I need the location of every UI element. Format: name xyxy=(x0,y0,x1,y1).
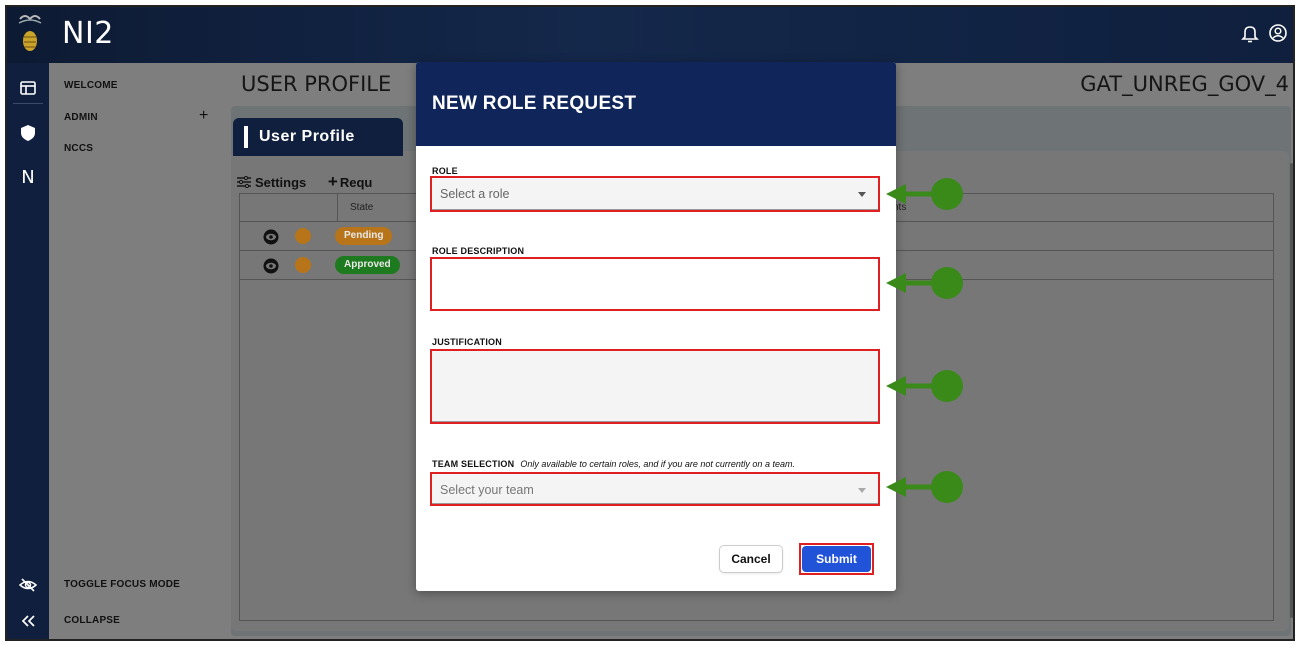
app-title: NI2 xyxy=(62,16,114,51)
admin-expand-icon[interactable]: + xyxy=(199,107,208,125)
app-logo-icon xyxy=(18,15,42,51)
eye-off-icon[interactable] xyxy=(18,575,38,595)
nav-item-nccs[interactable]: NCCS xyxy=(64,143,93,154)
new-role-request-dialog: NEW ROLE REQUEST ROLE Select a role ROLE… xyxy=(416,62,896,591)
team-selection-label: TEAM SELECTION Only available to certain … xyxy=(432,459,795,469)
clock-icon xyxy=(295,257,311,273)
n-logo-icon[interactable]: N xyxy=(18,167,38,188)
team-highlight-box xyxy=(430,472,880,506)
account-circle-icon[interactable] xyxy=(1267,22,1289,44)
nav-panel: WELCOME ADMIN + NCCS TOGGLE FOCUS MODE C… xyxy=(49,63,221,639)
status-badge: Pending xyxy=(335,227,393,245)
submit-highlight-box xyxy=(799,543,874,575)
grid-toolbar: Settings + Requ xyxy=(237,172,390,192)
team-selection-title: TEAM SELECTION xyxy=(432,459,515,469)
settings-label: Settings xyxy=(255,175,307,190)
nav-item-welcome[interactable]: WELCOME xyxy=(64,80,118,91)
eye-icon[interactable] xyxy=(263,229,279,245)
annotation-arrow-icon xyxy=(886,370,963,402)
bell-icon[interactable] xyxy=(1239,22,1261,44)
column-header-state[interactable]: State xyxy=(350,202,373,213)
dialog-header: NEW ROLE REQUEST xyxy=(416,62,896,146)
header-divider xyxy=(337,194,338,222)
tab-accent-bar xyxy=(244,126,248,148)
shield-icon[interactable] xyxy=(18,123,38,143)
scrollbar[interactable] xyxy=(1290,163,1293,618)
team-selection-hint: Only available to certain roles, and if … xyxy=(520,459,795,469)
role-description-highlight-box xyxy=(430,257,880,311)
settings-button[interactable]: Settings xyxy=(237,175,310,190)
icon-rail: N xyxy=(7,63,49,639)
annotation-arrow-icon xyxy=(886,471,963,503)
dashboard-icon[interactable] xyxy=(18,78,38,98)
annotation-arrow-icon xyxy=(886,178,963,210)
role-label: ROLE xyxy=(432,166,458,176)
eye-icon[interactable] xyxy=(263,258,279,274)
sliders-icon xyxy=(237,175,251,189)
page-title: USER PROFILE xyxy=(241,72,392,96)
nav-item-collapse[interactable]: COLLAPSE xyxy=(64,615,120,626)
tab-user-profile[interactable]: User Profile xyxy=(233,118,403,156)
annotation-arrow-icon xyxy=(886,267,963,299)
cancel-button[interactable]: Cancel xyxy=(720,546,782,572)
plus-icon: + xyxy=(327,172,338,191)
justification-label: JUSTIFICATION xyxy=(432,337,502,347)
dialog-title: NEW ROLE REQUEST xyxy=(432,93,637,114)
username-label: GAT_UNREG_GOV_4 xyxy=(1080,72,1289,96)
request-role-button[interactable]: + Requ xyxy=(327,172,373,191)
justification-highlight-box xyxy=(430,349,880,424)
top-bar: NI2 xyxy=(7,7,1293,63)
clock-icon xyxy=(295,228,311,244)
role-description-label: ROLE DESCRIPTION xyxy=(432,246,525,256)
nav-item-admin[interactable]: ADMIN xyxy=(64,112,98,123)
status-badge: Approved xyxy=(335,256,400,274)
nav-item-toggle-focus-mode[interactable]: TOGGLE FOCUS MODE xyxy=(64,579,180,590)
request-label: Requ xyxy=(339,175,373,190)
tab-label: User Profile xyxy=(259,128,355,145)
role-highlight-box xyxy=(430,176,880,212)
double-chevron-left-icon[interactable] xyxy=(18,611,38,631)
rail-divider xyxy=(13,103,43,104)
app-window: NI2 N WELCOME ADMIN + NCCS TOGGLE FOCUS … xyxy=(5,5,1295,641)
